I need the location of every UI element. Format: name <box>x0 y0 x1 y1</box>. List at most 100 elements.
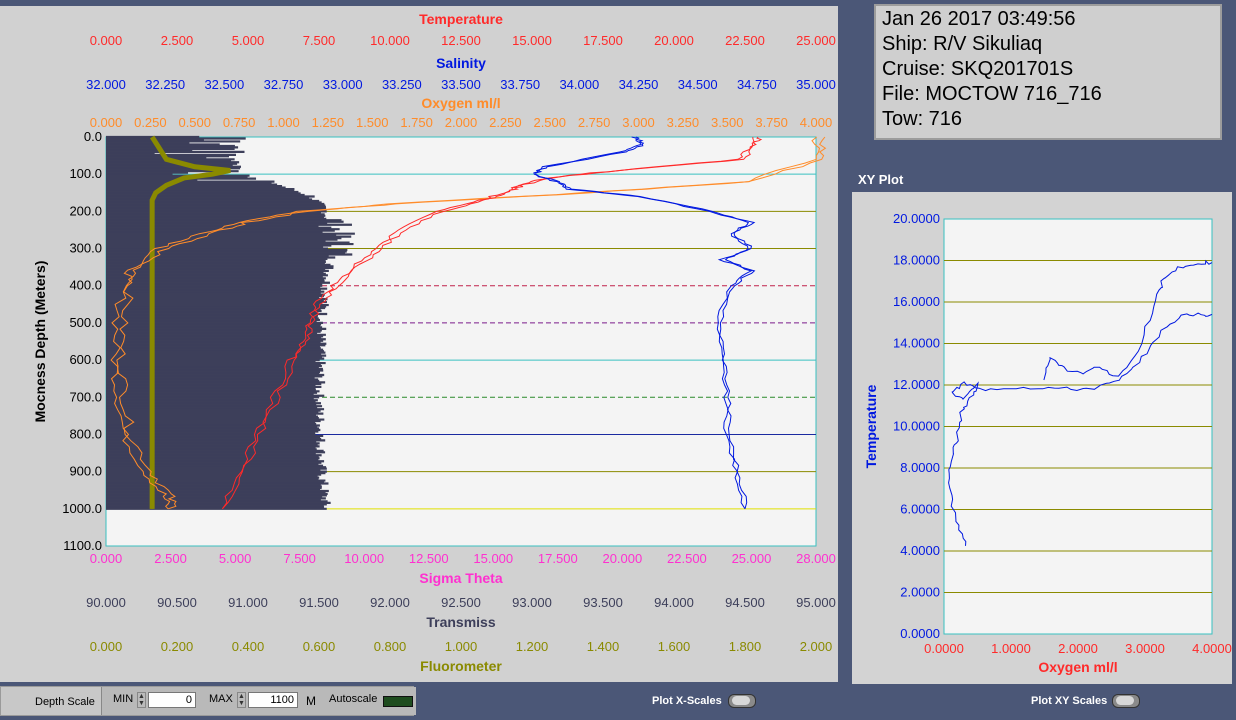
xy-x-tick-label: 2.0000 <box>1058 641 1098 656</box>
autoscale-indicator[interactable] <box>383 696 413 707</box>
y-axis-tick-label: 800.0 <box>69 426 102 441</box>
min-label: MIN <box>113 693 134 705</box>
bottom-axis-tick-label: 5.000 <box>219 551 252 566</box>
top-axis-tick-label: 33.750 <box>500 77 540 92</box>
top-axis-tick-label: 22.500 <box>725 33 765 48</box>
top-axis-tick-label: 10.000 <box>370 33 410 48</box>
y-axis-tick-label: 400.0 <box>69 278 102 293</box>
bottom-axis-tick-label: 17.500 <box>538 551 578 566</box>
top-axis-tick-label: 4.000 <box>800 115 833 130</box>
min-spinner[interactable]: ▲ ▼ <box>137 692 146 708</box>
min-depth-input[interactable]: 0 <box>148 692 196 708</box>
xy-x-tick-label: 1.0000 <box>991 641 1031 656</box>
bottom-axis-tick-label: 12.500 <box>409 551 449 566</box>
y-axis-tick-label: 200.0 <box>69 203 102 218</box>
top-axis-tick-label: 0.750 <box>223 115 256 130</box>
plot-xy-scales-toggle[interactable] <box>1112 694 1140 708</box>
top-axis-tick-label: 2.500 <box>161 33 194 48</box>
bottom-axis-tick-label: 94.000 <box>654 595 694 610</box>
bottom-axis-tick-label: 92.000 <box>370 595 410 610</box>
y-axis-tick-label: 900.0 <box>69 464 102 479</box>
top-axis-tick-label: 2.750 <box>578 115 611 130</box>
top-axis-tick-label: 3.000 <box>622 115 655 130</box>
bottom-axis-tick-label: 93.000 <box>512 595 552 610</box>
bottom-axis-tick-label: 93.500 <box>583 595 623 610</box>
xy-x-tick-label: 0.0000 <box>924 641 964 656</box>
y-axis-tick-label: 700.0 <box>69 389 102 404</box>
top-axis-tick-label: 5.000 <box>232 33 265 48</box>
top-axis-tick-label: 15.000 <box>512 33 552 48</box>
top-axis-tick-label: 0.500 <box>178 115 211 130</box>
bottom-axis-tick-label: 0.000 <box>90 551 123 566</box>
bottom-axis-tick-label: 28.000 <box>796 551 836 566</box>
y-axis-tick-label: 1100.0 <box>63 538 102 553</box>
top-axis-tick-label: 33.250 <box>382 77 422 92</box>
xy-y-tick-label: 14.0000 <box>893 336 940 351</box>
max-label: MAX <box>209 693 233 705</box>
bottom-axis-title: Fluorometer <box>420 658 502 674</box>
bottom-axis-tick-label: 2.000 <box>800 639 833 654</box>
autoscale-label: Autoscale <box>329 693 378 705</box>
top-axis-tick-label: 12.500 <box>441 33 481 48</box>
y-axis-tick-label: 500.0 <box>69 315 102 330</box>
xy-x-tick-label: 3.0000 <box>1125 641 1165 656</box>
xy-chart: 0.0000 2.0000 4.0000 6.0000 8.0000 10.0000 12.… <box>863 211 1232 675</box>
max-depth-input[interactable]: 1100 <box>248 692 298 708</box>
bottom-axis-title: Sigma Theta <box>419 570 502 586</box>
xy-y-tick-label: 16.0000 <box>893 294 940 309</box>
xy-y-axis-title: Temperature <box>863 384 879 468</box>
top-axis-tick-label: 3.500 <box>711 115 744 130</box>
cruise-text: Cruise: SKQ201701S <box>882 58 1074 80</box>
xy-y-tick-label: 4.0000 <box>900 543 940 558</box>
top-axis-tick-label: 35.000 <box>796 77 836 92</box>
top-axis-tick-label: 34.000 <box>559 77 599 92</box>
xy-y-tick-label: 8.0000 <box>900 460 940 475</box>
datetime-text: Jan 26 2017 03:49:56 <box>882 8 1076 30</box>
bottom-axis-tick-label: 25.000 <box>732 551 772 566</box>
bottom-axis-tick-label: 1.400 <box>587 639 620 654</box>
top-axis-tick-label: 34.750 <box>737 77 777 92</box>
bottom-axis-tick-label: 7.500 <box>283 551 316 566</box>
top-axis-tick-label: 2.500 <box>533 115 566 130</box>
top-axis-tick-label: 1.000 <box>267 115 300 130</box>
depth-scale-label: Depth Scale <box>35 696 95 708</box>
top-axis-tick-label: 2.250 <box>489 115 522 130</box>
top-axis-tick-label: 17.500 <box>583 33 623 48</box>
ship-text: Ship: R/V Sikuliaq <box>882 33 1043 55</box>
plot-x-scales-toggle[interactable] <box>728 694 756 708</box>
bottom-axis-tick-label: 92.500 <box>441 595 481 610</box>
bottom-axis-title: Transmiss <box>426 614 495 630</box>
bottom-axis-tick-label: 0.800 <box>374 639 407 654</box>
top-axis-tick-label: 7.500 <box>303 33 336 48</box>
top-axis-tick-label: 34.250 <box>619 77 659 92</box>
bottom-axis-tick-label: 0.000 <box>90 639 123 654</box>
y-axis-tick-label: 1000.0 <box>62 501 102 516</box>
top-axis-tick-label: 3.750 <box>755 115 788 130</box>
bottom-axis-tick-label: 0.400 <box>232 639 265 654</box>
xy-y-tick-label: 12.0000 <box>893 377 940 392</box>
bottom-axis-tick-label: 1.200 <box>516 639 549 654</box>
xy-y-tick-label: 20.0000 <box>893 211 940 226</box>
profile-chart: Temperature 0.000 2.500 5.000 7.500 10.000 12.… <box>32 11 836 674</box>
top-axis-tick-label: 0.000 <box>90 115 123 130</box>
top-axis-tick-label: 20.000 <box>654 33 694 48</box>
y-axis-title: Mocness Depth (Meters) <box>32 261 48 423</box>
top-axis-title: Salinity <box>436 55 486 71</box>
profile-plot-panel: Temperature 0.000 2.500 5.000 7.500 10.000 12.… <box>0 6 838 682</box>
top-axis-tick-label: 32.500 <box>204 77 244 92</box>
tow-text: Tow: 716 <box>882 108 963 130</box>
top-axis-tick-label: 0.000 <box>90 33 123 48</box>
bottom-axis-tick-label: 95.000 <box>796 595 836 610</box>
top-axis-tick-label: 33.000 <box>323 77 363 92</box>
depth-unit: M <box>306 694 316 708</box>
bottom-axis-tick-label: 0.600 <box>303 639 336 654</box>
depth-scale-controls: Depth Scale MIN ▲ ▼ 0 MAX ▲ ▼ 1100 M Autos… <box>0 686 416 716</box>
top-axis-title: Oxygen ml/l <box>421 95 500 111</box>
top-axis-tick-label: 1.250 <box>312 115 345 130</box>
bottom-axis-tick-label: 0.200 <box>161 639 194 654</box>
bottom-axis-tick-label: 1.800 <box>729 639 762 654</box>
xy-plot-title: XY Plot <box>858 172 904 187</box>
top-axis-tick-label: 32.250 <box>145 77 185 92</box>
max-spinner[interactable]: ▲ ▼ <box>237 692 246 708</box>
xy-plot-panel: 0.0000 2.0000 4.0000 6.0000 8.0000 10.0000 12.… <box>852 192 1232 684</box>
